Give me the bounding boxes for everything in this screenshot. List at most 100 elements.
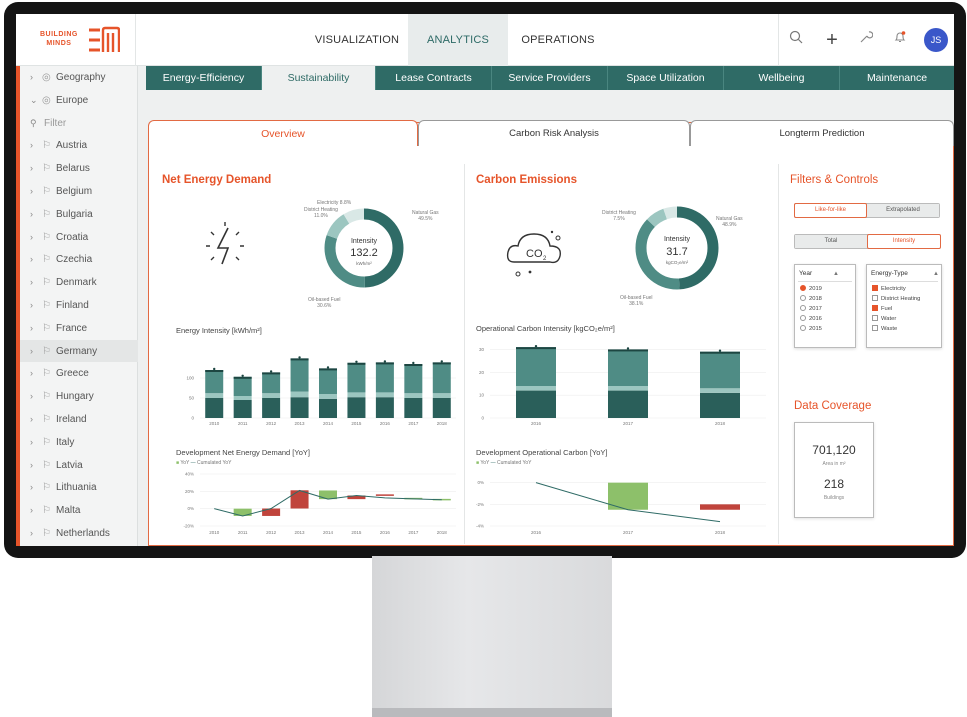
- yoy-bar: [375, 494, 394, 496]
- year-option[interactable]: 2016: [800, 315, 822, 324]
- carbon-section-title: Carbon Emissions: [476, 174, 577, 186]
- sidebar-item-finland[interactable]: › ⚐ Finland: [20, 294, 138, 317]
- sidebar-item-germany[interactable]: › ⚐ Germany: [20, 339, 138, 363]
- data-coverage-card: 701,120 Area in m² 218 Buildings: [794, 422, 874, 518]
- sidebar-item-belarus[interactable]: › ⚐ Belarus: [20, 157, 138, 180]
- bell-icon[interactable]: [890, 30, 910, 50]
- flag-icon: ⚐: [42, 254, 51, 266]
- nav-tab-operations[interactable]: OPERATIONS: [508, 14, 608, 66]
- y-tick-label: 20: [479, 370, 485, 375]
- sidebar-item-geography[interactable]: › ◎ Geography: [20, 66, 138, 89]
- sidebar-item-denmark[interactable]: › ⚐ Denmark: [20, 271, 138, 294]
- energy-type-option[interactable]: Water: [872, 315, 896, 324]
- bar-top: [404, 364, 423, 366]
- subtab-maintenance[interactable]: Maintenance: [840, 66, 954, 90]
- legend-cum: Cumulated YoY: [497, 460, 532, 466]
- tab-overview[interactable]: Overview: [148, 120, 418, 146]
- bar-marker: [269, 370, 273, 373]
- bar-marker: [718, 349, 722, 352]
- tab-carbon-risk-analysis[interactable]: Carbon Risk Analysis: [418, 120, 690, 146]
- year-option[interactable]: 2018: [800, 295, 822, 304]
- donut-center-label: Intensity: [663, 236, 691, 243]
- search-icon[interactable]: [786, 30, 806, 50]
- year-option[interactable]: 2017: [800, 305, 822, 314]
- bar-segment: [233, 396, 252, 400]
- bar-marker: [213, 367, 216, 371]
- nav-tab-visualization[interactable]: VISUALIZATION: [306, 14, 408, 66]
- sidebar-item-hungary[interactable]: › ⚐ Hungary: [20, 385, 138, 408]
- bar-marker: [355, 360, 358, 363]
- logo[interactable]: BUILDING MINDS: [16, 14, 136, 66]
- sidebar-item-france[interactable]: › ⚐ France: [20, 317, 138, 340]
- extrapolated-option[interactable]: Extrapolated: [867, 204, 939, 217]
- bar-segment: [233, 376, 252, 396]
- sidebar-item-greece[interactable]: › ⚐ Greece: [20, 362, 138, 385]
- chevron-right-icon: ›: [30, 186, 33, 196]
- sort-up-icon[interactable]: ▲: [933, 267, 939, 281]
- subtab-space-utilization[interactable]: Space Utilization: [608, 66, 724, 90]
- energy-type-option[interactable]: Fuel: [872, 305, 892, 314]
- bar-segment: [375, 362, 394, 393]
- donut-center-unit: kWh/m²: [356, 261, 372, 266]
- bar-segment: [516, 386, 556, 391]
- energy-type-option[interactable]: Waste: [872, 325, 897, 334]
- total-option[interactable]: Total: [795, 235, 867, 248]
- bar-segment: [347, 397, 366, 418]
- bar-marker: [626, 347, 630, 350]
- sidebar-item-czechia[interactable]: › ⚐ Czechia: [20, 248, 138, 271]
- wrench-icon[interactable]: [856, 30, 876, 50]
- sidebar-item-austria[interactable]: › ⚐ Austria: [20, 134, 138, 157]
- sort-up-icon[interactable]: ▲: [833, 267, 839, 281]
- chevron-right-icon: ›: [30, 414, 33, 424]
- year-option[interactable]: 2019: [800, 285, 822, 294]
- bar-segment: [290, 358, 309, 392]
- subtab-energy-efficiency[interactable]: Energy-Efficiency: [146, 66, 262, 90]
- subtab-wellbeing[interactable]: Wellbeing: [724, 66, 840, 90]
- donut-center-label: Intensity: [350, 238, 378, 245]
- sidebar-item-italy[interactable]: › ⚐ Italy: [20, 431, 138, 454]
- donut-label-gas: Natural Gas 48.9%: [716, 216, 743, 228]
- energy-type-option[interactable]: Electricity: [872, 285, 906, 294]
- y-tick-label: 0: [481, 416, 484, 421]
- topbar-divider: [778, 14, 779, 66]
- chevron-right-icon: ›: [30, 254, 33, 265]
- donut-label-electricity: Electricity 8.8%: [317, 200, 352, 206]
- subtab-lease-contracts[interactable]: Lease Contracts: [376, 66, 492, 90]
- bar-top: [516, 347, 556, 350]
- energy-type-option[interactable]: District Heating: [872, 295, 920, 304]
- monitor-stand-base: [372, 708, 612, 717]
- intensity-option[interactable]: Intensity: [867, 234, 941, 249]
- bar-segment: [347, 362, 366, 393]
- bar-segment: [700, 388, 740, 393]
- logo-line2: MINDS: [46, 40, 72, 47]
- label-pct: 7.5%: [613, 216, 625, 222]
- sidebar-item-bulgaria[interactable]: › ⚐ Bulgaria: [20, 203, 138, 226]
- add-icon[interactable]: +: [822, 30, 842, 50]
- like-for-like-option[interactable]: Like-for-like: [794, 203, 867, 218]
- subtab-sustainability[interactable]: Sustainability: [262, 66, 376, 90]
- sidebar-item-croatia[interactable]: › ⚐ Croatia: [20, 226, 138, 249]
- bar-segment: [608, 390, 648, 418]
- subtab-service-providers[interactable]: Service Providers: [492, 66, 608, 90]
- year-option[interactable]: 2015: [800, 325, 822, 334]
- flag-icon: ⚐: [42, 345, 51, 357]
- sidebar-item-ireland[interactable]: › ⚐ Ireland: [20, 408, 138, 431]
- flag-icon: ⚐: [42, 482, 51, 494]
- sidebar-item-belgium[interactable]: › ⚐ Belgium: [20, 180, 138, 203]
- column-divider: [464, 164, 465, 544]
- sidebar-item-latvia[interactable]: › ⚐ Latvia: [20, 454, 138, 477]
- sidebar-item-malta[interactable]: › ⚐ Malta: [20, 499, 138, 522]
- sidebar-item-label: France: [56, 322, 88, 334]
- nav-tab-analytics[interactable]: ANALYTICS: [408, 14, 508, 66]
- tab-longterm-prediction[interactable]: Longterm Prediction: [690, 120, 954, 146]
- sidebar-item-lithuania[interactable]: › ⚐ Lithuania: [20, 476, 138, 499]
- bar-segment: [233, 400, 252, 418]
- sidebar-item-europe[interactable]: ⌄ ◎ Europe: [20, 89, 138, 112]
- sidebar-item-label: Europe: [56, 94, 89, 106]
- user-avatar[interactable]: JS: [924, 28, 948, 52]
- energy-donut-center: Intensity 132.2 kWh/m²: [342, 238, 386, 266]
- bar-top: [608, 349, 648, 352]
- bar-segment: [290, 397, 309, 418]
- sidebar-item-netherlands[interactable]: › ⚐ Netherlands: [20, 522, 138, 545]
- sidebar-filter-input[interactable]: ⚲ Filter: [20, 112, 138, 135]
